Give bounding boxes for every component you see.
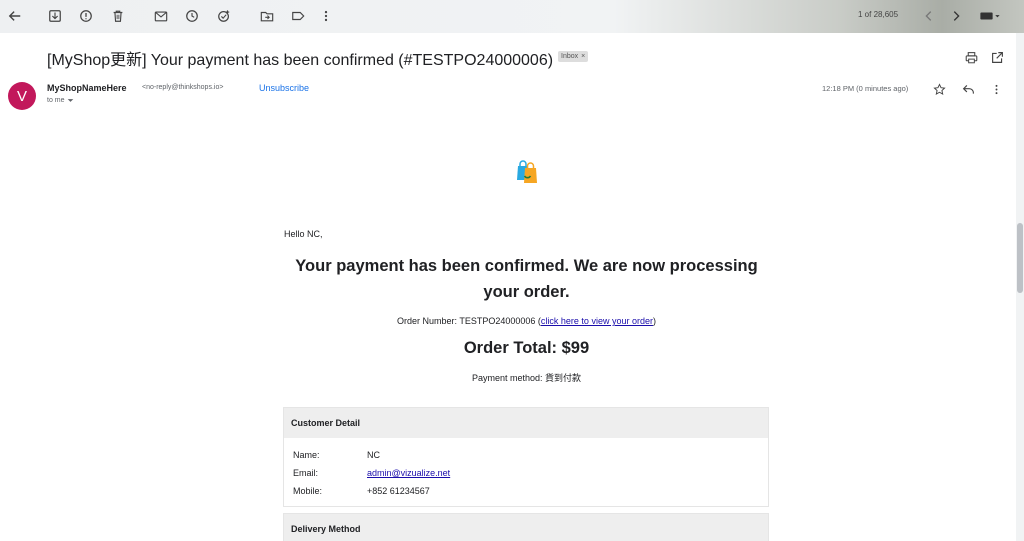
email-label: Email: [293,468,319,478]
order-number-label: Order Number: TESTPO24000006 ( [397,316,541,326]
shop-logo [517,160,537,183]
delivery-method-title: Delivery Method [284,514,768,541]
archive-icon[interactable] [45,6,65,26]
mobile-label: Mobile: [293,486,323,496]
name-label: Name: [293,450,320,460]
keyboard-icon[interactable] [977,6,1003,26]
message-counter: 1 of 28,605 [858,10,899,19]
mobile-value: +852 61234567 [367,486,430,496]
star-icon[interactable] [931,81,947,97]
unsubscribe-link[interactable]: Unsubscribe [259,83,309,93]
back-arrow-icon[interactable] [5,6,25,26]
inbox-label-badge[interactable]: Inbox × [558,51,589,62]
add-task-icon[interactable] [214,6,234,26]
scrollbar[interactable] [1016,33,1024,541]
order-number-close: ) [652,316,656,326]
name-value: NC [367,450,380,460]
recipient-details-toggle[interactable]: to me [47,97,74,104]
prev-icon[interactable] [919,6,939,26]
next-icon[interactable] [946,6,966,26]
order-number-line: Order Number: TESTPO24000006 (click here… [284,316,769,326]
view-order-link[interactable]: click here to view your order [541,316,653,326]
customer-name-row: Name: NC [293,446,768,464]
snooze-icon[interactable] [182,6,202,26]
label-icon[interactable] [288,6,308,26]
delete-icon[interactable] [108,6,128,26]
payment-method: Payment method: 貨到付款 [471,373,582,383]
print-icon[interactable] [963,49,979,65]
email-link[interactable]: admin@vizualize.net [367,468,450,478]
delivery-method-card: Delivery Method [283,513,769,541]
reply-icon[interactable] [960,81,976,97]
confirmation-headline: Your payment has been confirmed. We are … [295,257,758,301]
recipient-label: to me [47,97,65,104]
sender-address: <no-reply@thinkshops.io> [142,84,224,91]
customer-detail-card: Customer Detail Name: NC Email: admin@vi… [283,407,769,507]
email-timestamp: 12:18 PM (0 minutes ago) [822,84,909,93]
sender-name: MyShopNameHere [47,83,127,93]
scrollbar-thumb[interactable] [1017,223,1023,293]
avatar[interactable]: V [8,82,36,110]
customer-detail-title: Customer Detail [284,408,768,438]
chevron-down-icon [67,99,73,102]
mark-unread-icon[interactable] [151,6,171,26]
inbox-label-text: Inbox [561,53,579,60]
email-toolbar: 1 of 28,605 [0,0,1024,33]
more-vert-icon[interactable] [316,6,336,26]
report-spam-icon[interactable] [76,6,96,26]
open-new-window-icon[interactable] [989,49,1005,65]
customer-mobile-row: Mobile: +852 61234567 [293,482,768,500]
remove-label-icon[interactable]: × [581,51,585,62]
greeting: Hello NC, [284,229,323,239]
move-to-icon[interactable] [257,6,277,26]
order-total: Order Total: $99 [463,339,590,357]
email-subject: [MyShop更新] Your payment has been confirm… [47,52,554,69]
more-options-icon[interactable] [988,81,1004,97]
customer-email-row: Email: admin@vizualize.net [293,464,768,482]
